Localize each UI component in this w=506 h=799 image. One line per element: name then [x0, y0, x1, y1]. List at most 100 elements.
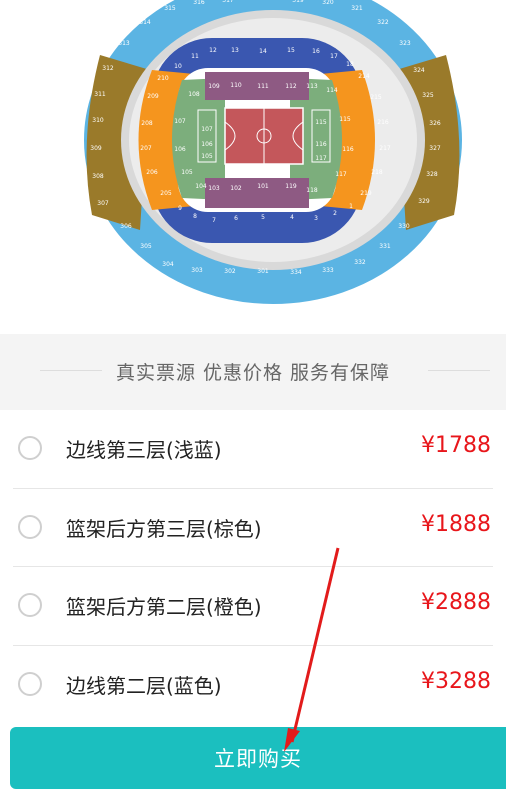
map-section-label: 117 — [335, 171, 347, 178]
map-section-label: 15 — [287, 47, 295, 54]
map-section-label: 101 — [257, 183, 269, 190]
map-section-label: 313 — [118, 40, 130, 47]
map-section-label: 11 — [191, 53, 199, 60]
map-section-label: 328 — [426, 171, 438, 178]
buy-now-button[interactable]: 立即购买 — [10, 727, 506, 789]
map-section-label: 12 — [209, 47, 217, 54]
map-section-label: 114 — [326, 87, 338, 94]
map-section-label: 206 — [146, 169, 158, 176]
map-section-label: 312 — [102, 65, 114, 72]
map-section-label: 320 — [322, 0, 334, 6]
map-section-label: 322 — [377, 19, 389, 26]
map-section-label: 307 — [97, 200, 109, 207]
map-section-label: 18 — [346, 61, 354, 68]
map-section-label: 1 — [349, 203, 353, 210]
map-section-label: 7 — [212, 217, 216, 224]
map-section-label: 106 — [174, 146, 186, 153]
map-section-label: 324 — [413, 67, 425, 74]
map-section-label: 317 — [222, 0, 234, 4]
map-section-label: 327 — [429, 145, 441, 152]
option-label: 边线第二层(蓝色) — [66, 673, 222, 698]
map-section-label: 323 — [399, 40, 411, 47]
ticket-option[interactable]: 篮架后方第二层(橙色) ¥2888 — [13, 567, 493, 646]
map-section-label: 6 — [234, 215, 238, 222]
map-section-label: 314 — [139, 19, 151, 26]
map-section-label: 109 — [208, 83, 220, 90]
map-section-label: 319 — [292, 0, 304, 4]
radio-button[interactable] — [18, 436, 42, 460]
map-section-label: 9 — [178, 205, 182, 212]
map-section-label: 108 — [188, 91, 200, 98]
map-section-label: 118 — [306, 187, 318, 194]
radio-button[interactable] — [18, 593, 42, 617]
map-section-label: 115 — [315, 119, 327, 126]
map-section-label: 330 — [398, 223, 410, 230]
map-section-label: 16 — [312, 48, 320, 55]
map-section-label: 218 — [371, 169, 383, 176]
ticket-option[interactable]: 边线第三层(浅蓝) ¥1788 — [13, 410, 493, 489]
map-section-label: 207 — [140, 145, 152, 152]
map-section-label: 305 — [140, 243, 152, 250]
map-section-label: 117 — [315, 155, 327, 162]
slogan-text: 真实票源 优惠价格 服务有保障 — [115, 362, 391, 384]
map-section-label: 111 — [257, 83, 269, 90]
map-section-label: 308 — [92, 173, 104, 180]
map-section-label: 301 — [257, 268, 269, 275]
ticket-option[interactable]: 篮架后方第三层(棕色) ¥1888 — [13, 489, 493, 567]
map-section-label: 309 — [90, 145, 102, 152]
map-section-label: 326 — [429, 120, 441, 127]
map-section-label: 8 — [193, 213, 197, 220]
map-section-label: 116 — [315, 141, 327, 148]
map-section-label: 311 — [94, 91, 106, 98]
map-section-label: 104 — [195, 183, 207, 190]
map-section-label: 102 — [230, 185, 242, 192]
map-section-label: 329 — [418, 198, 430, 205]
map-section-label: 14 — [259, 48, 267, 55]
map-section-label: 205 — [160, 190, 172, 197]
map-section-label: 105 — [201, 153, 213, 160]
map-section-label: 208 — [141, 120, 153, 127]
map-section-label: 334 — [290, 269, 302, 276]
map-section-label: 325 — [422, 92, 434, 99]
map-section-label: 217 — [379, 145, 391, 152]
map-section-label: 116 — [342, 146, 354, 153]
map-section-label: 215 — [370, 94, 382, 101]
map-section-label: 3 — [314, 215, 318, 222]
map-section-label: 5 — [261, 214, 265, 221]
slogan-band: 真实票源 优惠价格 服务有保障 — [0, 334, 506, 410]
map-section-label: 331 — [379, 243, 391, 250]
map-section-label: 216 — [377, 119, 389, 126]
option-price: ¥1788 — [421, 433, 491, 458]
map-section-label: 105 — [181, 169, 193, 176]
map-section-label: 112 — [285, 83, 297, 90]
map-section-label: 106 — [201, 141, 213, 148]
map-section-label: 303 — [191, 267, 203, 274]
map-section-label: 302 — [224, 268, 236, 275]
map-section-label: 214 — [358, 73, 370, 80]
map-section-label: 103 — [208, 185, 220, 192]
map-section-label: 209 — [147, 93, 159, 100]
map-section-label: 113 — [306, 83, 318, 90]
ticket-options-list: 边线第三层(浅蓝) ¥1788 篮架后方第三层(棕色) ¥1888 篮架后方第二… — [0, 410, 506, 723]
radio-button[interactable] — [18, 514, 42, 539]
divider-right — [428, 370, 490, 371]
option-price: ¥1888 — [421, 511, 491, 537]
map-section-label: 333 — [322, 267, 334, 274]
map-section-label: 316 — [193, 0, 205, 6]
map-section-label: 310 — [92, 117, 104, 124]
ticket-option[interactable]: 边线第二层(蓝色) ¥3288 — [13, 646, 493, 724]
map-section-label: 304 — [162, 261, 174, 268]
arena-seating-chart[interactable]: 315316 317 319 3203213223233143133123113103… — [0, 0, 506, 334]
map-section-label: 13 — [231, 47, 239, 54]
option-label: 边线第三层(浅蓝) — [66, 438, 222, 462]
seat-map[interactable]: 315 316 317 319 320 321 322 323 314 313 312 311 310 3… — [0, 0, 506, 334]
map-section-label: 119 — [285, 183, 297, 190]
option-price: ¥3288 — [421, 668, 491, 694]
radio-button[interactable] — [18, 671, 42, 696]
option-price: ¥2888 — [421, 590, 491, 615]
map-section-label: 107 — [174, 118, 186, 125]
map-section-label: 115 — [339, 116, 351, 123]
map-section-label: 10 — [174, 63, 182, 70]
map-section-label: 321 — [351, 5, 363, 12]
map-section-label: 315 — [164, 5, 176, 12]
